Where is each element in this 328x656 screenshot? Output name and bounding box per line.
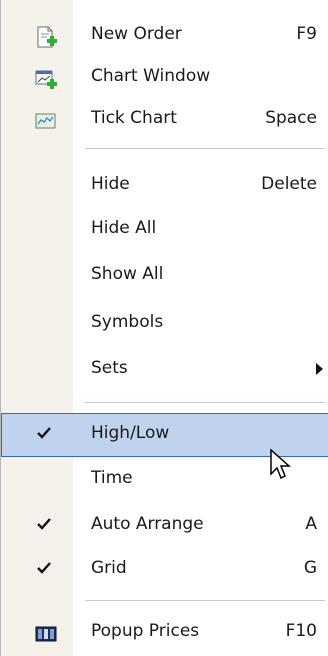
menu-item-shortcut: F9 xyxy=(296,24,317,44)
menu-item-hide-all[interactable]: Hide All xyxy=(1,208,328,252)
new-order-icon xyxy=(37,26,57,48)
menu-item-popup-prices[interactable]: Popup Prices F10 xyxy=(1,611,328,655)
menu-item-shortcut: F10 xyxy=(285,621,317,641)
popup-prices-icon xyxy=(35,626,57,642)
menu-item-chart-window[interactable]: Chart Window xyxy=(1,56,328,100)
menu-item-symbols[interactable]: Symbols xyxy=(1,302,328,346)
menu-item-shortcut: Delete xyxy=(261,174,317,194)
menu-item-label: High/Low xyxy=(91,423,170,443)
chart-window-icon xyxy=(35,70,57,89)
menu-separator xyxy=(85,402,325,403)
menu-item-hide[interactable]: Hide Delete xyxy=(1,164,328,208)
mouse-pointer-icon xyxy=(270,448,291,480)
menu-item-label: Hide xyxy=(91,174,130,194)
menu-separator xyxy=(85,148,325,149)
menu-item-shortcut: Space xyxy=(265,108,317,128)
menu-item-label: Auto Arrange xyxy=(91,514,204,534)
menu-item-label: Popup Prices xyxy=(91,621,200,641)
menu-item-label: New Order xyxy=(91,24,182,44)
menu-item-tick-chart[interactable]: Tick Chart Space xyxy=(1,98,328,142)
menu-item-label: Grid xyxy=(91,558,127,578)
menu-item-show-all[interactable]: Show All xyxy=(1,254,328,298)
menu-item-shortcut: G xyxy=(303,558,317,578)
checkmark-icon xyxy=(37,518,51,530)
menu-item-label: Symbols xyxy=(91,312,164,332)
menu-item-label: Time xyxy=(91,468,133,488)
tick-chart-icon xyxy=(35,113,56,129)
menu-item-shortcut: A xyxy=(305,514,317,534)
menu-item-auto-arrange[interactable]: Auto Arrange A xyxy=(1,504,328,548)
menu-item-grid[interactable]: Grid G xyxy=(1,548,328,592)
menu-item-label: Tick Chart xyxy=(91,108,177,128)
menu-item-new-order[interactable]: New Order F9 xyxy=(1,14,328,58)
submenu-arrow-icon xyxy=(316,363,323,375)
menu-item-label: Chart Window xyxy=(91,66,211,86)
menu-separator xyxy=(85,600,325,601)
checkmark-icon xyxy=(37,427,51,439)
context-menu: New Order F9 Chart Window Tick Chart Spa… xyxy=(0,0,328,656)
menu-item-label: Show All xyxy=(91,264,164,284)
checkmark-icon xyxy=(37,562,51,574)
menu-item-label: Sets xyxy=(91,358,128,378)
menu-item-label: Hide All xyxy=(91,218,157,238)
menu-item-sets[interactable]: Sets xyxy=(1,348,328,392)
